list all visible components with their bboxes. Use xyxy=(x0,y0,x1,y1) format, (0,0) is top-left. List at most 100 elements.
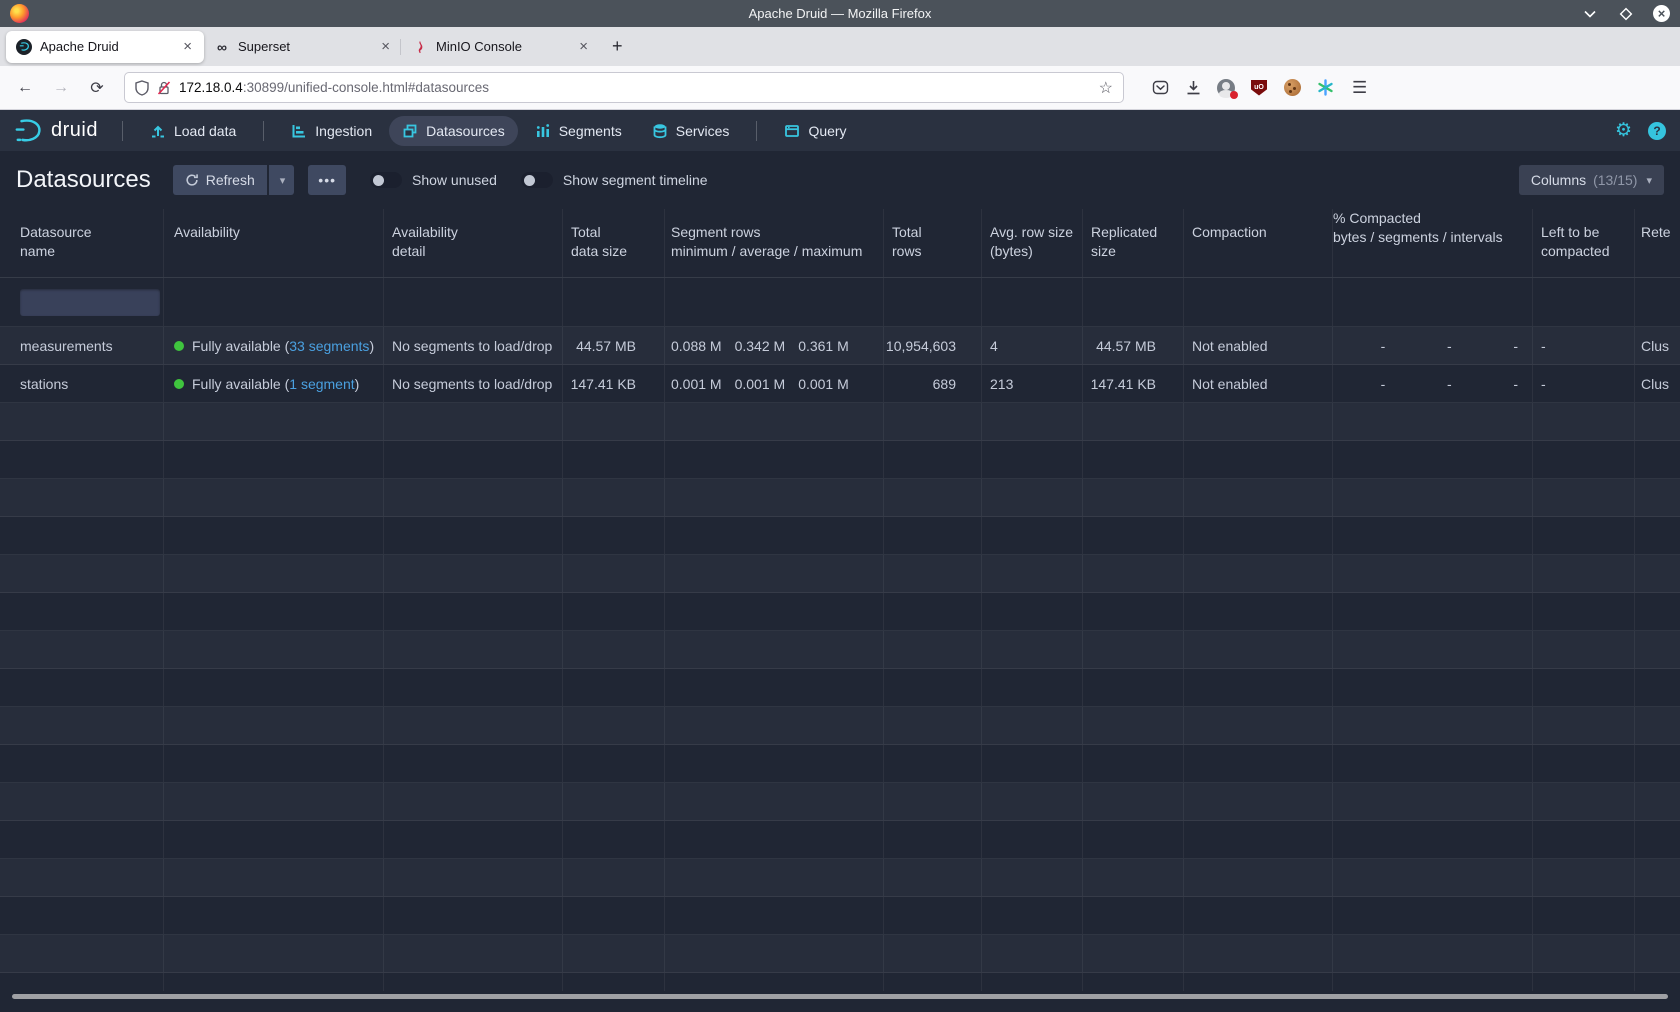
services-icon xyxy=(652,123,668,139)
column-header-percent-compacted[interactable]: % Compactedbytes / segments / intervals xyxy=(1333,209,1533,277)
table-row-empty xyxy=(0,517,1680,555)
table-body: measurements Fully available (33 segment… xyxy=(0,327,1680,991)
downloads-icon[interactable] xyxy=(1183,78,1203,98)
table-row-measurements[interactable]: measurements Fully available (33 segment… xyxy=(0,327,1680,365)
superset-favicon: ∞ xyxy=(214,39,230,55)
page-header: Datasources Refresh ▾ ••• Show unused Sh… xyxy=(0,151,1680,209)
refresh-button[interactable]: Refresh xyxy=(173,165,267,195)
datasources-icon xyxy=(402,123,418,139)
pocket-icon[interactable] xyxy=(1150,78,1170,98)
druid-logo[interactable]: druid xyxy=(14,117,98,144)
druid-brand-text: druid xyxy=(51,119,98,142)
avg-row-size-cell: 4 xyxy=(982,327,1083,364)
column-header-compaction[interactable]: Compaction xyxy=(1184,209,1333,277)
settings-gear-icon[interactable]: ⚙ xyxy=(1615,119,1632,142)
refresh-interval-caret-button[interactable]: ▾ xyxy=(269,165,295,195)
help-icon[interactable]: ? xyxy=(1648,122,1666,140)
forward-button[interactable]: → xyxy=(46,73,76,103)
cookie-extension-icon[interactable] xyxy=(1282,78,1302,98)
account-extension-icon[interactable] xyxy=(1216,78,1236,98)
tab-superset[interactable]: ∞ Superset × xyxy=(204,31,402,63)
tracking-protection-shield-icon[interactable] xyxy=(135,80,149,96)
tab-close-icon[interactable]: × xyxy=(577,38,590,55)
datasource-name-filter-input[interactable] xyxy=(20,289,160,316)
url-text[interactable]: 172.18.0.4:30899/unified-console.html#da… xyxy=(179,80,1091,95)
caret-down-icon: ▾ xyxy=(280,174,286,187)
total-data-size-cell: 147.41 KB xyxy=(563,365,665,402)
datasources-table: Datasourcename Availability Availability… xyxy=(0,209,1680,991)
browser-toolbar: ← → ⟳ 172.18.0.4:30899/unified-console.h… xyxy=(0,66,1680,110)
caret-down-icon: ▾ xyxy=(1646,174,1652,187)
table-row-stations[interactable]: stations Fully available (1 segment) No … xyxy=(0,365,1680,403)
column-header-availability[interactable]: Availability xyxy=(164,209,384,277)
retention-cell: Clus xyxy=(1635,365,1680,402)
show-segment-timeline-toggle[interactable] xyxy=(521,172,553,188)
tab-bar: Apache Druid × ∞ Superset × MinIO Consol… xyxy=(0,27,1680,66)
extension-strip: uO ☰ xyxy=(1150,78,1371,98)
druid-favicon xyxy=(16,39,32,55)
sparkle-extension-icon[interactable] xyxy=(1315,78,1335,98)
table-header-row: Datasourcename Availability Availability… xyxy=(0,209,1680,278)
tab-title: Superset xyxy=(238,39,371,54)
back-button[interactable]: ← xyxy=(10,73,40,103)
url-bar[interactable]: 172.18.0.4:30899/unified-console.html#da… xyxy=(124,72,1124,103)
column-header-availability-detail[interactable]: Availabilitydetail xyxy=(384,209,563,277)
column-header-total-rows[interactable]: Totalrows xyxy=(884,209,982,277)
nav-ingestion[interactable]: Ingestion xyxy=(278,116,385,146)
tab-title: Apache Druid xyxy=(40,39,173,54)
ublock-origin-icon[interactable]: uO xyxy=(1249,78,1269,98)
table-row-empty xyxy=(0,403,1680,441)
show-unused-toggle[interactable] xyxy=(370,172,402,188)
window-close-icon[interactable]: × xyxy=(1653,5,1670,22)
tab-close-icon[interactable]: × xyxy=(379,38,392,55)
tab-minio-console[interactable]: MinIO Console × xyxy=(402,31,600,63)
window-maximize-icon[interactable] xyxy=(1617,5,1635,23)
reload-button[interactable]: ⟳ xyxy=(82,73,112,103)
new-tab-button[interactable]: + xyxy=(600,36,635,57)
column-header-replicated-size[interactable]: Replicatedsize xyxy=(1083,209,1184,277)
table-row-empty xyxy=(0,593,1680,631)
insecure-lock-icon[interactable] xyxy=(157,80,171,96)
nav-load-data[interactable]: Load data xyxy=(137,116,249,146)
percent-compacted-cell: --- xyxy=(1333,327,1533,364)
horizontal-scrollbar[interactable] xyxy=(12,994,1668,999)
nav-services[interactable]: Services xyxy=(639,116,743,146)
column-header-left-to-be-compacted[interactable]: Left to becompacted xyxy=(1533,209,1635,277)
table-row-empty xyxy=(0,745,1680,783)
tab-apache-druid[interactable]: Apache Druid × xyxy=(6,31,204,63)
query-icon xyxy=(784,123,800,139)
table-row-empty xyxy=(0,783,1680,821)
nav-datasources[interactable]: Datasources xyxy=(389,116,518,146)
retention-cell: Clus xyxy=(1635,327,1680,364)
refresh-icon xyxy=(185,173,199,187)
availability-detail-cell: No segments to load/drop xyxy=(384,327,563,364)
columns-picker-button[interactable]: Columns (13/15) ▾ xyxy=(1519,165,1664,195)
total-rows-cell: 10,954,603 xyxy=(884,327,982,364)
total-data-size-cell: 44.57 MB xyxy=(563,327,665,364)
column-header-segment-rows[interactable]: Segment rowsminimum / average / maximum xyxy=(665,209,884,277)
availability-cell: Fully available (1 segment) xyxy=(164,365,384,402)
availability-cell: Fully available (33 segments) xyxy=(164,327,384,364)
menu-hamburger-icon[interactable]: ☰ xyxy=(1352,78,1367,98)
window-minimize-icon[interactable] xyxy=(1581,5,1599,23)
column-header-retention[interactable]: Rete xyxy=(1635,209,1680,277)
load-data-icon xyxy=(150,123,166,139)
segments-count-link[interactable]: 1 segment xyxy=(289,376,354,392)
column-header-total-data-size[interactable]: Totaldata size xyxy=(563,209,665,277)
datasource-name-cell[interactable]: stations xyxy=(0,365,164,402)
availability-detail-cell: No segments to load/drop xyxy=(384,365,563,402)
tab-close-icon[interactable]: × xyxy=(181,38,194,55)
more-actions-button[interactable]: ••• xyxy=(308,165,346,195)
column-header-datasource-name[interactable]: Datasourcename xyxy=(0,209,164,277)
bookmark-star-icon[interactable]: ☆ xyxy=(1099,78,1113,98)
firefox-icon xyxy=(10,4,29,23)
table-row-empty xyxy=(0,821,1680,859)
table-row-empty xyxy=(0,669,1680,707)
datasource-name-cell[interactable]: measurements xyxy=(0,327,164,364)
segments-count-link[interactable]: 33 segments xyxy=(289,338,369,354)
nav-segments[interactable]: Segments xyxy=(522,116,635,146)
nav-query[interactable]: Query xyxy=(771,116,859,146)
total-rows-cell: 689 xyxy=(884,365,982,402)
window-titlebar: Apache Druid — Mozilla Firefox × xyxy=(0,0,1680,27)
column-header-avg-row-size[interactable]: Avg. row size(bytes) xyxy=(982,209,1083,277)
